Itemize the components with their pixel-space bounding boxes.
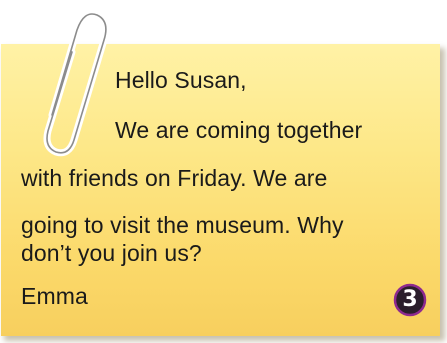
message-line-1: We are coming together <box>115 117 363 143</box>
page-number-badge: 3 <box>393 283 427 317</box>
badge-number: 3 <box>402 287 418 312</box>
greeting-line: Hello Susan, <box>115 67 247 93</box>
paperclip-icon <box>43 10 110 157</box>
signature-line: Emma <box>21 283 88 309</box>
message-line-3: going to visit the museum. Why <box>21 212 344 238</box>
message-line-4: don’t you join us? <box>21 240 202 266</box>
